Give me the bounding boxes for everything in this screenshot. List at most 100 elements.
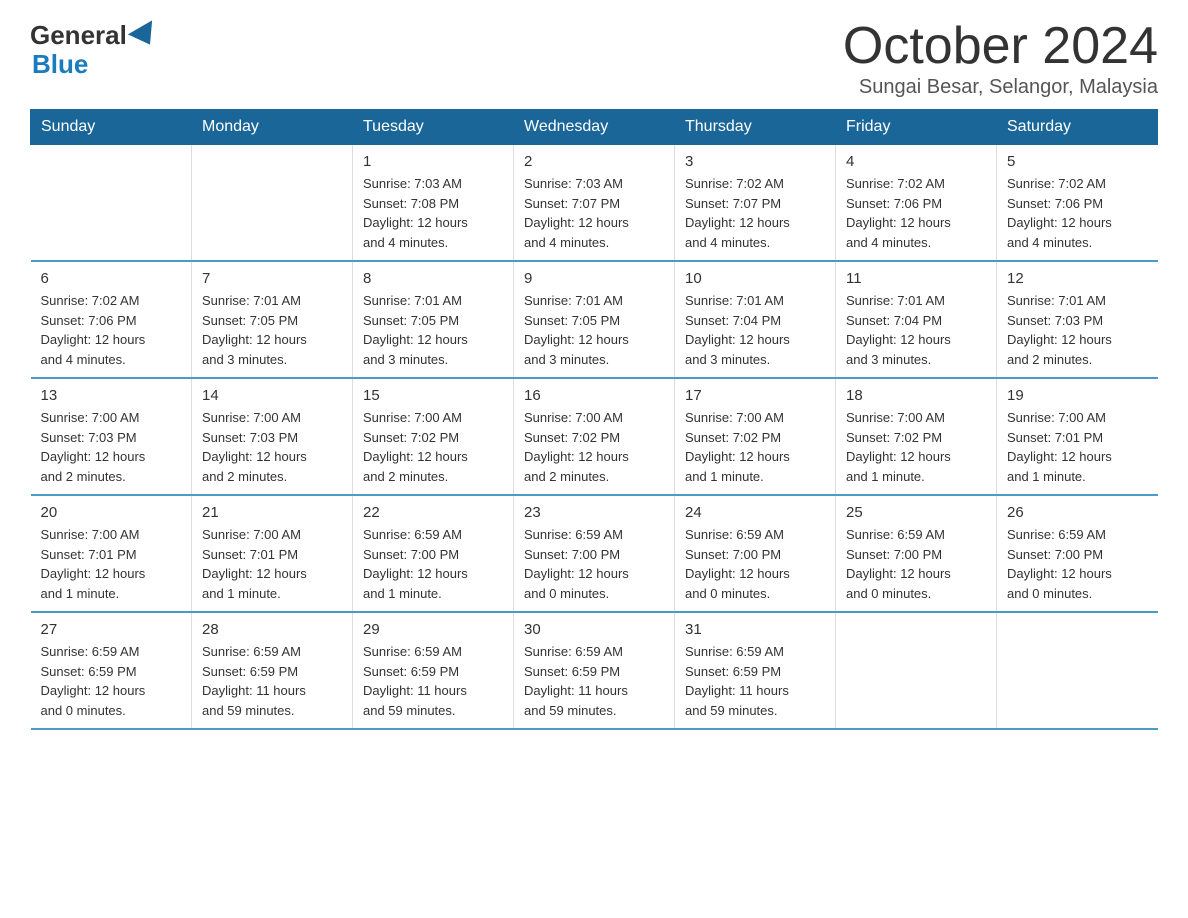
- day-number: 15: [363, 387, 503, 404]
- day-number: 18: [846, 387, 986, 404]
- weekday-header-friday: Friday: [836, 110, 997, 145]
- day-number: 10: [685, 270, 825, 287]
- day-info: Sunrise: 7:00 AMSunset: 7:02 PMDaylight:…: [846, 408, 986, 486]
- calendar-cell: 15 Sunrise: 7:00 AMSunset: 7:02 PMDayligh…: [353, 378, 514, 495]
- day-info: Sunrise: 7:02 AMSunset: 7:06 PMDaylight:…: [41, 291, 182, 369]
- calendar-table: SundayMondayTuesdayWednesdayThursdayFrid…: [30, 109, 1158, 730]
- weekday-header-saturday: Saturday: [997, 110, 1158, 145]
- day-number: 17: [685, 387, 825, 404]
- day-info: Sunrise: 7:02 AMSunset: 7:07 PMDaylight:…: [685, 174, 825, 252]
- day-number: 24: [685, 504, 825, 521]
- calendar-cell: 12 Sunrise: 7:01 AMSunset: 7:03 PMDayligh…: [997, 261, 1158, 378]
- calendar-cell: 17 Sunrise: 7:00 AMSunset: 7:02 PMDayligh…: [675, 378, 836, 495]
- day-info: Sunrise: 6:59 AMSunset: 6:59 PMDaylight:…: [363, 642, 503, 720]
- day-number: 11: [846, 270, 986, 287]
- day-number: 16: [524, 387, 664, 404]
- month-title: October 2024: [843, 20, 1158, 72]
- calendar-cell: [997, 612, 1158, 729]
- day-number: 28: [202, 621, 342, 638]
- day-info: Sunrise: 7:00 AMSunset: 7:02 PMDaylight:…: [685, 408, 825, 486]
- calendar-cell: 23 Sunrise: 6:59 AMSunset: 7:00 PMDayligh…: [514, 495, 675, 612]
- logo: General Blue: [30, 20, 159, 80]
- calendar-cell: 10 Sunrise: 7:01 AMSunset: 7:04 PMDayligh…: [675, 261, 836, 378]
- calendar-cell: 29 Sunrise: 6:59 AMSunset: 6:59 PMDayligh…: [353, 612, 514, 729]
- day-info: Sunrise: 7:01 AMSunset: 7:05 PMDaylight:…: [363, 291, 503, 369]
- calendar-cell: 19 Sunrise: 7:00 AMSunset: 7:01 PMDayligh…: [997, 378, 1158, 495]
- calendar-cell: [192, 145, 353, 262]
- weekday-header-sunday: Sunday: [31, 110, 192, 145]
- day-number: 29: [363, 621, 503, 638]
- day-number: 14: [202, 387, 342, 404]
- day-info: Sunrise: 7:02 AMSunset: 7:06 PMDaylight:…: [846, 174, 986, 252]
- calendar-cell: 3 Sunrise: 7:02 AMSunset: 7:07 PMDaylight…: [675, 145, 836, 262]
- location-subtitle: Sungai Besar, Selangor, Malaysia: [843, 76, 1158, 99]
- logo-blue-text: Blue: [32, 49, 88, 80]
- day-info: Sunrise: 6:59 AMSunset: 6:59 PMDaylight:…: [685, 642, 825, 720]
- calendar-cell: 1 Sunrise: 7:03 AMSunset: 7:08 PMDaylight…: [353, 145, 514, 262]
- calendar-week-row: 6 Sunrise: 7:02 AMSunset: 7:06 PMDaylight…: [31, 261, 1158, 378]
- day-number: 8: [363, 270, 503, 287]
- calendar-week-row: 27 Sunrise: 6:59 AMSunset: 6:59 PMDayligh…: [31, 612, 1158, 729]
- day-info: Sunrise: 7:03 AMSunset: 7:08 PMDaylight:…: [363, 174, 503, 252]
- day-info: Sunrise: 7:00 AMSunset: 7:02 PMDaylight:…: [524, 408, 664, 486]
- day-info: Sunrise: 7:00 AMSunset: 7:01 PMDaylight:…: [202, 525, 342, 603]
- calendar-cell: [836, 612, 997, 729]
- day-info: Sunrise: 7:03 AMSunset: 7:07 PMDaylight:…: [524, 174, 664, 252]
- logo-arrow-icon: [128, 20, 162, 51]
- day-info: Sunrise: 7:00 AMSunset: 7:03 PMDaylight:…: [202, 408, 342, 486]
- day-number: 26: [1007, 504, 1148, 521]
- calendar-cell: [31, 145, 192, 262]
- calendar-cell: 26Sunrise: 6:59 AMSunset: 7:00 PMDayligh…: [997, 495, 1158, 612]
- calendar-cell: 22Sunrise: 6:59 AMSunset: 7:00 PMDayligh…: [353, 495, 514, 612]
- calendar-cell: 7 Sunrise: 7:01 AMSunset: 7:05 PMDaylight…: [192, 261, 353, 378]
- calendar-cell: 18 Sunrise: 7:00 AMSunset: 7:02 PMDayligh…: [836, 378, 997, 495]
- day-info: Sunrise: 7:00 AMSunset: 7:02 PMDaylight:…: [363, 408, 503, 486]
- day-number: 7: [202, 270, 342, 287]
- calendar-cell: 24Sunrise: 6:59 AMSunset: 7:00 PMDayligh…: [675, 495, 836, 612]
- day-number: 31: [685, 621, 825, 638]
- day-number: 12: [1007, 270, 1148, 287]
- day-info: Sunrise: 7:01 AMSunset: 7:05 PMDaylight:…: [202, 291, 342, 369]
- day-number: 2: [524, 153, 664, 170]
- calendar-cell: 28 Sunrise: 6:59 AMSunset: 6:59 PMDayligh…: [192, 612, 353, 729]
- calendar-cell: 31 Sunrise: 6:59 AMSunset: 6:59 PMDayligh…: [675, 612, 836, 729]
- weekday-header-tuesday: Tuesday: [353, 110, 514, 145]
- calendar-cell: 27Sunrise: 6:59 AMSunset: 6:59 PMDayligh…: [31, 612, 192, 729]
- calendar-header-row: SundayMondayTuesdayWednesdayThursdayFrid…: [31, 110, 1158, 145]
- calendar-cell: 6 Sunrise: 7:02 AMSunset: 7:06 PMDaylight…: [31, 261, 192, 378]
- day-number: 25: [846, 504, 986, 521]
- page-header: General Blue October 2024 Sungai Besar, …: [30, 20, 1158, 99]
- calendar-cell: 14 Sunrise: 7:00 AMSunset: 7:03 PMDayligh…: [192, 378, 353, 495]
- calendar-cell: 2 Sunrise: 7:03 AMSunset: 7:07 PMDaylight…: [514, 145, 675, 262]
- calendar-cell: 8 Sunrise: 7:01 AMSunset: 7:05 PMDaylight…: [353, 261, 514, 378]
- calendar-cell: 5 Sunrise: 7:02 AMSunset: 7:06 PMDaylight…: [997, 145, 1158, 262]
- calendar-week-row: 20Sunrise: 7:00 AMSunset: 7:01 PMDayligh…: [31, 495, 1158, 612]
- logo-general-text: General: [30, 20, 127, 51]
- weekday-header-monday: Monday: [192, 110, 353, 145]
- day-number: 21: [202, 504, 342, 521]
- day-number: 23: [524, 504, 664, 521]
- day-number: 27: [41, 621, 182, 638]
- calendar-week-row: 13Sunrise: 7:00 AMSunset: 7:03 PMDayligh…: [31, 378, 1158, 495]
- day-number: 5: [1007, 153, 1148, 170]
- calendar-cell: 20Sunrise: 7:00 AMSunset: 7:01 PMDayligh…: [31, 495, 192, 612]
- calendar-cell: 16 Sunrise: 7:00 AMSunset: 7:02 PMDayligh…: [514, 378, 675, 495]
- day-info: Sunrise: 7:01 AMSunset: 7:04 PMDaylight:…: [685, 291, 825, 369]
- day-info: Sunrise: 7:01 AMSunset: 7:03 PMDaylight:…: [1007, 291, 1148, 369]
- day-number: 6: [41, 270, 182, 287]
- day-number: 19: [1007, 387, 1148, 404]
- day-number: 1: [363, 153, 503, 170]
- day-info: Sunrise: 7:00 AMSunset: 7:01 PMDaylight:…: [1007, 408, 1148, 486]
- calendar-cell: 30Sunrise: 6:59 AMSunset: 6:59 PMDayligh…: [514, 612, 675, 729]
- day-number: 3: [685, 153, 825, 170]
- day-info: Sunrise: 7:02 AMSunset: 7:06 PMDaylight:…: [1007, 174, 1148, 252]
- day-info: Sunrise: 7:01 AMSunset: 7:04 PMDaylight:…: [846, 291, 986, 369]
- calendar-cell: 21 Sunrise: 7:00 AMSunset: 7:01 PMDayligh…: [192, 495, 353, 612]
- day-info: Sunrise: 6:59 AMSunset: 7:00 PMDaylight:…: [846, 525, 986, 603]
- day-info: Sunrise: 6:59 AMSunset: 6:59 PMDaylight:…: [202, 642, 342, 720]
- day-number: 9: [524, 270, 664, 287]
- title-block: October 2024 Sungai Besar, Selangor, Mal…: [843, 20, 1158, 99]
- calendar-cell: 4Sunrise: 7:02 AMSunset: 7:06 PMDaylight…: [836, 145, 997, 262]
- weekday-header-wednesday: Wednesday: [514, 110, 675, 145]
- day-info: Sunrise: 6:59 AMSunset: 7:00 PMDaylight:…: [524, 525, 664, 603]
